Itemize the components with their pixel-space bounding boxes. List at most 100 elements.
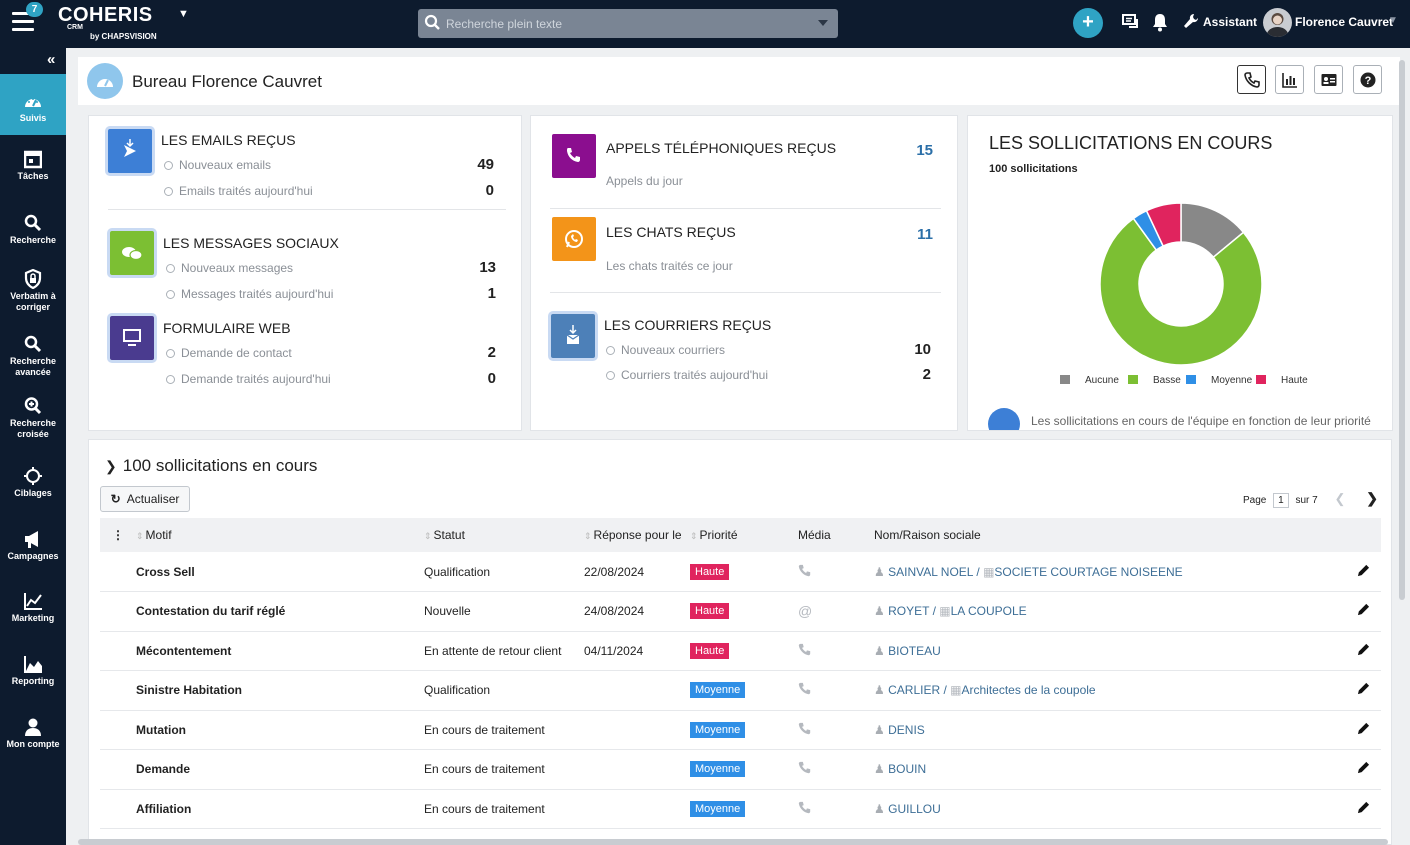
sidebar-item-verbatim[interactable]: Verbatim à corriger (0, 269, 66, 313)
sidebar-item-mon-compte[interactable]: Mon compte (0, 717, 66, 750)
contact-card-button[interactable] (1314, 65, 1343, 94)
contact-link[interactable]: ROYET (888, 604, 929, 618)
bell-icon[interactable] (1151, 12, 1169, 32)
add-button[interactable]: + (1073, 8, 1103, 38)
help-button[interactable]: ? (1353, 65, 1382, 94)
phone-icon (798, 762, 811, 774)
chevron-down-icon[interactable] (818, 20, 828, 26)
table-row[interactable]: Contestation du tarif réglé Nouvelle 24/08… (100, 591, 1381, 632)
webform-contact-count[interactable]: 2 (456, 344, 496, 361)
wrench-icon[interactable] (1182, 12, 1200, 32)
vertical-scrollbar[interactable] (1399, 60, 1405, 600)
refresh-icon: ↻ (110, 492, 121, 506)
chats-count[interactable]: 11 (893, 226, 933, 243)
webform-treated-count[interactable]: 0 (456, 370, 496, 387)
user-icon: ♟ (874, 564, 885, 579)
assistant-link[interactable]: Assistant (1203, 15, 1257, 29)
cell-priorite: Moyenne (690, 710, 798, 750)
company-link[interactable]: SOCIETE COURTAGE NOISEENE (994, 565, 1182, 579)
contact-link[interactable]: DENIS (888, 723, 925, 737)
legend-label-basse[interactable]: Basse (1153, 375, 1181, 386)
avatar[interactable] (1263, 8, 1292, 37)
edit-icon[interactable] (1345, 789, 1381, 829)
calls-title: APPELS TÉLÉPHONIQUES REÇUS (606, 140, 837, 156)
webform-treated-label: Demande traités aujourd'hui (166, 372, 331, 386)
sidebar-item-reporting[interactable]: Reporting (0, 654, 66, 687)
cell-priorite: Moyenne (690, 670, 798, 711)
page-input[interactable]: 1 (1273, 493, 1289, 508)
cell-statut: Nouvelle (424, 591, 584, 632)
emails-treated-count[interactable]: 0 (454, 182, 494, 199)
table-row[interactable]: Demande En cours de traitement Moyenne ♟ BO… (100, 749, 1381, 790)
prev-page-icon[interactable]: ❮ (1335, 491, 1346, 506)
sidebar-item-label: Reporting (11, 676, 55, 686)
contact-link[interactable]: BOUIN (888, 762, 926, 776)
legend-label-moyenne[interactable]: Moyenne (1211, 375, 1253, 386)
logo-caret-icon[interactable]: ▼ (178, 8, 189, 20)
sidebar-item-marketing[interactable]: Marketing (0, 591, 66, 624)
sidebar-item-suivis[interactable]: Suivis (0, 74, 66, 135)
column-header-priorite[interactable]: ⇕ Priorité (690, 518, 798, 552)
divider (550, 292, 941, 293)
legend-label-aucune[interactable]: Aucune (1085, 375, 1119, 386)
social-new-count[interactable]: 13 (456, 259, 496, 276)
contact-link[interactable]: SAINVAL NOEL (888, 565, 973, 579)
column-header-motif[interactable]: ⇕ Motif (136, 518, 424, 552)
solicitations-panel: ❯ 100 sollicitations en cours ↻ Actualiser… (88, 439, 1392, 845)
calls-count[interactable]: 15 (893, 142, 933, 159)
table-row[interactable]: Sinistre Habitation Qualification Moyenne ♟… (100, 670, 1381, 711)
edit-icon[interactable] (1345, 670, 1381, 711)
horizontal-scrollbar[interactable] (78, 839, 1388, 845)
refresh-button[interactable]: ↻ Actualiser (100, 486, 190, 512)
pagination: Page 1 sur 7 ❮ ❯ (1243, 490, 1378, 508)
sidebar-item-campagnes[interactable]: Campagnes (0, 529, 66, 562)
phone-button[interactable] (1237, 65, 1266, 94)
edit-icon[interactable] (1345, 749, 1381, 790)
search-box[interactable] (418, 9, 838, 38)
column-options-icon[interactable]: ⋮ (100, 518, 136, 552)
sidebar-item-ciblages[interactable]: Ciblages (0, 466, 66, 499)
social-treated-count[interactable]: 1 (456, 285, 496, 302)
coheris-logo[interactable]: COHERIS CRM by CHAPSVISION (58, 4, 157, 41)
emails-new-count[interactable]: 49 (454, 156, 494, 173)
contact-link[interactable]: GUILLOU (888, 802, 941, 816)
card-solicitations-chart: LES SOLLICITATIONS EN COURS 100 sollicit… (967, 115, 1393, 431)
table-row[interactable]: Mécontentement En attente de retour clien… (100, 631, 1381, 671)
table-row[interactable]: Cross Sell Qualification 22/08/2024 Haute ♟ … (100, 552, 1381, 592)
statistics-button[interactable] (1275, 65, 1304, 94)
edit-icon[interactable] (1345, 552, 1381, 592)
sidebar-item-recherche-croisee[interactable]: Recherche croisée (0, 396, 66, 440)
chevron-down-icon[interactable]: ❯ (105, 458, 117, 474)
table-row[interactable]: Affiliation En cours de traitement Moyenne… (100, 789, 1381, 829)
company-link[interactable]: LA COUPOLE (951, 604, 1027, 618)
whatsapp-channel-icon (552, 217, 596, 261)
cell-statut: Qualification (424, 552, 584, 592)
solicitations-table: ⋮ ⇕ Motif ⇕ Statut ⇕ Réponse pour le ⇕ Prior… (100, 518, 1381, 829)
company-link[interactable]: Architectes de la coupole (962, 683, 1096, 697)
edit-icon[interactable] (1345, 710, 1381, 750)
chat-icon[interactable] (1121, 12, 1141, 32)
column-header-statut[interactable]: ⇕ Statut (424, 518, 584, 552)
edit-icon[interactable] (1345, 631, 1381, 671)
legend-label-haute[interactable]: Haute (1281, 375, 1308, 386)
cell-media (798, 552, 874, 592)
sidebar-item-recherche-avancee[interactable]: Recherche avancée (0, 334, 66, 378)
table-row[interactable]: Mutation En cours de traitement Moyenne ♟ D… (100, 710, 1381, 750)
column-header-nom: Nom/Raison sociale (874, 518, 1345, 552)
mail-new-count[interactable]: 10 (891, 341, 931, 358)
contact-link[interactable]: BIOTEAU (888, 644, 941, 658)
mail-treated-count[interactable]: 2 (891, 366, 931, 383)
next-page-icon[interactable]: ❯ (1366, 490, 1378, 506)
chevron-down-icon[interactable]: ▼ (1388, 15, 1398, 26)
edit-icon[interactable] (1345, 591, 1381, 632)
sidebar-item-recherche[interactable]: Recherche (0, 213, 66, 246)
sidebar-item-taches[interactable]: Tâches (0, 149, 66, 182)
cell-date (584, 789, 690, 829)
user-name[interactable]: Florence Cauvret (1295, 15, 1393, 29)
cell-statut: En cours de traitement (424, 749, 584, 790)
collapse-sidebar-icon[interactable]: « (47, 51, 55, 68)
contact-link[interactable]: CARLIER (888, 683, 940, 697)
search-input[interactable] (446, 14, 806, 33)
column-header-reponse[interactable]: ⇕ Réponse pour le (584, 518, 690, 552)
panel-title[interactable]: ❯ 100 sollicitations en cours (105, 456, 317, 476)
